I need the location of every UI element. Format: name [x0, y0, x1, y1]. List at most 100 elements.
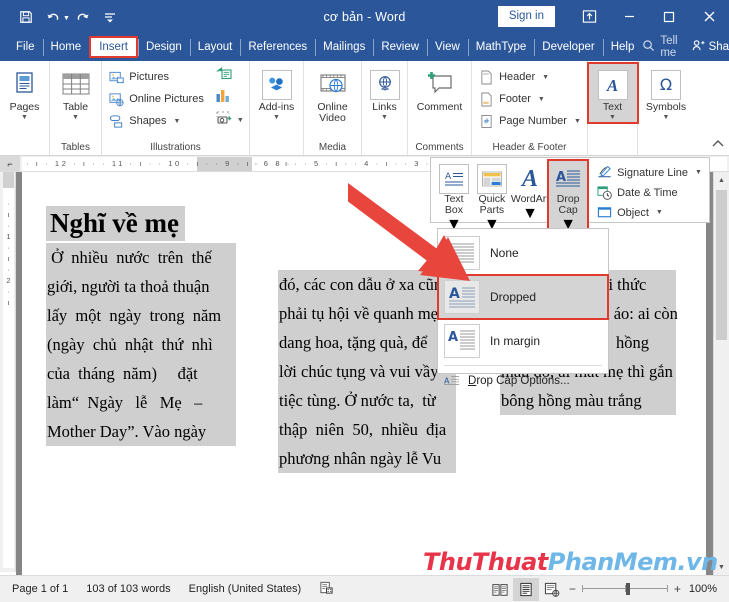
online-pictures-label: Online Pictures: [129, 93, 204, 105]
page-indicator[interactable]: Page 1 of 1: [0, 583, 77, 595]
document-area[interactable]: Nghĩ về mẹ Ở nhiều nước trên thế giới, n…: [16, 172, 729, 575]
text-caret-icon[interactable]: ▼: [609, 114, 616, 122]
ribbon-display-options-icon[interactable]: [569, 0, 609, 33]
online-pictures-button[interactable]: Online Pictures: [105, 89, 207, 109]
vertical-scrollbar[interactable]: ▲ ▼: [713, 172, 729, 575]
maximize-icon[interactable]: [649, 0, 689, 33]
pictures-icon: [108, 69, 124, 85]
tab-layout[interactable]: Layout: [189, 37, 241, 58]
table-button[interactable]: Table ▼: [52, 64, 100, 122]
tell-me-box[interactable]: Tell me: [642, 35, 678, 59]
links-caret-icon[interactable]: ▼: [381, 114, 388, 122]
tab-insert[interactable]: Insert: [89, 36, 138, 58]
tab-help[interactable]: Help: [602, 37, 643, 58]
read-mode-icon[interactable]: [487, 578, 513, 601]
addins-caret-icon[interactable]: ▼: [273, 114, 280, 122]
object-button[interactable]: Object ▼: [593, 203, 705, 222]
smartart-button[interactable]: [215, 66, 244, 87]
save-icon[interactable]: [14, 6, 38, 28]
document-column-1[interactable]: Nghĩ về mẹ Ở nhiều nước trên thế giới, n…: [22, 172, 242, 575]
text-group-panel: A Text Box ▼ Quick Parts ▼ A WordArt ▼ A…: [430, 157, 710, 236]
comment-button[interactable]: Comment: [411, 64, 469, 113]
scroll-up-icon[interactable]: ▲: [714, 172, 729, 188]
illustrations-extra: ▼: [209, 64, 246, 131]
column2-lines: đó, các con dẫu ở xa cũng phải tụ hội về…: [278, 270, 458, 473]
language-indicator[interactable]: English (United States): [180, 583, 311, 595]
addins-button[interactable]: Add-ins ▼: [253, 64, 301, 122]
wordart-button[interactable]: A WordArt ▼: [511, 161, 549, 223]
quick-parts-icon-box: [476, 164, 507, 194]
chart-button[interactable]: [215, 88, 244, 109]
tab-file[interactable]: File: [0, 37, 43, 58]
text-box-button[interactable]: A Text Box ▼: [435, 161, 473, 234]
signature-line-caret-icon[interactable]: ▼: [695, 169, 702, 176]
tab-references[interactable]: References: [240, 37, 315, 58]
table-icon: [61, 68, 91, 102]
drop-cap-option-none[interactable]: None: [438, 231, 608, 275]
sign-in-button[interactable]: Sign in: [497, 5, 555, 28]
zoom-out-button[interactable]: −: [569, 582, 576, 596]
customize-qat-icon[interactable]: [98, 6, 122, 28]
tab-review[interactable]: Review: [373, 37, 427, 58]
web-layout-icon[interactable]: [539, 578, 565, 601]
page-number-caret-icon[interactable]: ▼: [574, 118, 581, 125]
symbols-caret-icon[interactable]: ▼: [663, 114, 670, 122]
drop-cap-option-dropped[interactable]: A Dropped: [437, 274, 609, 320]
left-tab-icon[interactable]: ⌐: [0, 156, 20, 171]
drop-cap-option-in-margin[interactable]: A In margin: [438, 319, 608, 363]
doc-line: làm“ Ngày lễ Mẹ –: [46, 388, 236, 417]
header-caret-icon[interactable]: ▼: [542, 74, 549, 81]
undo-dropdown-caret[interactable]: ▼: [63, 15, 70, 22]
footer-button[interactable]: Footer ▼: [475, 89, 584, 109]
symbols-button[interactable]: Ω Symbols ▼: [640, 64, 692, 122]
tab-developer[interactable]: Developer: [534, 37, 602, 58]
drop-cap-button[interactable]: A Drop Cap ▼: [547, 159, 590, 236]
screenshot-caret-icon[interactable]: ▼: [237, 117, 244, 124]
shapes-caret-icon[interactable]: ▼: [174, 118, 181, 125]
undo-icon[interactable]: [40, 6, 64, 28]
pages-caret-icon[interactable]: ▼: [21, 114, 28, 122]
close-icon[interactable]: [689, 0, 729, 33]
zoom-slider[interactable]: [581, 582, 668, 596]
vertical-ruler[interactable]: · ı · 1 · ı · 2 · ı: [0, 172, 16, 572]
tab-home[interactable]: Home: [42, 37, 90, 58]
date-time-button[interactable]: Date & Time: [593, 183, 705, 202]
page-number-button[interactable]: # Page Number ▼: [475, 111, 584, 131]
pages-button[interactable]: Pages ▼: [1, 64, 49, 122]
text-button[interactable]: A Text ▼: [586, 62, 639, 124]
tab-mailings[interactable]: Mailings: [315, 37, 373, 58]
comment-label: Comment: [416, 101, 463, 113]
word-count[interactable]: 103 of 103 words: [77, 583, 179, 595]
ribbon-group-text: A Text ▼: [586, 61, 639, 155]
table-caret-icon[interactable]: ▼: [72, 114, 79, 122]
screenshot-button[interactable]: ▼: [215, 110, 244, 131]
tab-design[interactable]: Design: [137, 37, 190, 58]
signature-line-button[interactable]: Signature Line ▼: [593, 163, 705, 182]
drop-cap-options-item[interactable]: A Drop Cap Options...: [438, 368, 608, 394]
document-column-2[interactable]: đó, các con dẫu ở xa cũng phải tụ hội về…: [242, 172, 458, 575]
tab-mathtype[interactable]: MathType: [467, 37, 535, 58]
share-button[interactable]: Share: [692, 39, 729, 55]
online-video-button[interactable]: Online Video: [309, 64, 357, 124]
scrollbar-thumb[interactable]: [716, 190, 727, 340]
minimize-icon[interactable]: [609, 0, 649, 33]
links-button[interactable]: Links ▼: [361, 64, 409, 122]
wordart-caret-icon[interactable]: ▼: [522, 205, 538, 223]
pictures-button[interactable]: Pictures: [105, 67, 207, 87]
print-layout-icon[interactable]: [512, 577, 539, 601]
quick-parts-button[interactable]: Quick Parts ▼: [473, 161, 511, 234]
page-number-icon: #: [478, 113, 494, 129]
redo-icon[interactable]: [72, 6, 96, 28]
object-caret-icon[interactable]: ▼: [656, 209, 663, 216]
symbols-icon-box: Ω: [651, 70, 681, 100]
zoom-control[interactable]: − +: [565, 582, 689, 596]
proofing-errors-icon[interactable]: [310, 580, 343, 598]
zoom-knob[interactable]: [625, 583, 630, 595]
shapes-button[interactable]: Shapes ▼: [105, 111, 207, 131]
tab-view[interactable]: View: [427, 37, 468, 58]
header-button[interactable]: Header ▼: [475, 67, 584, 87]
collapse-ribbon-icon[interactable]: [712, 139, 724, 151]
footer-caret-icon[interactable]: ▼: [538, 96, 545, 103]
zoom-in-button[interactable]: +: [674, 582, 681, 596]
zoom-level[interactable]: 100%: [689, 583, 729, 595]
